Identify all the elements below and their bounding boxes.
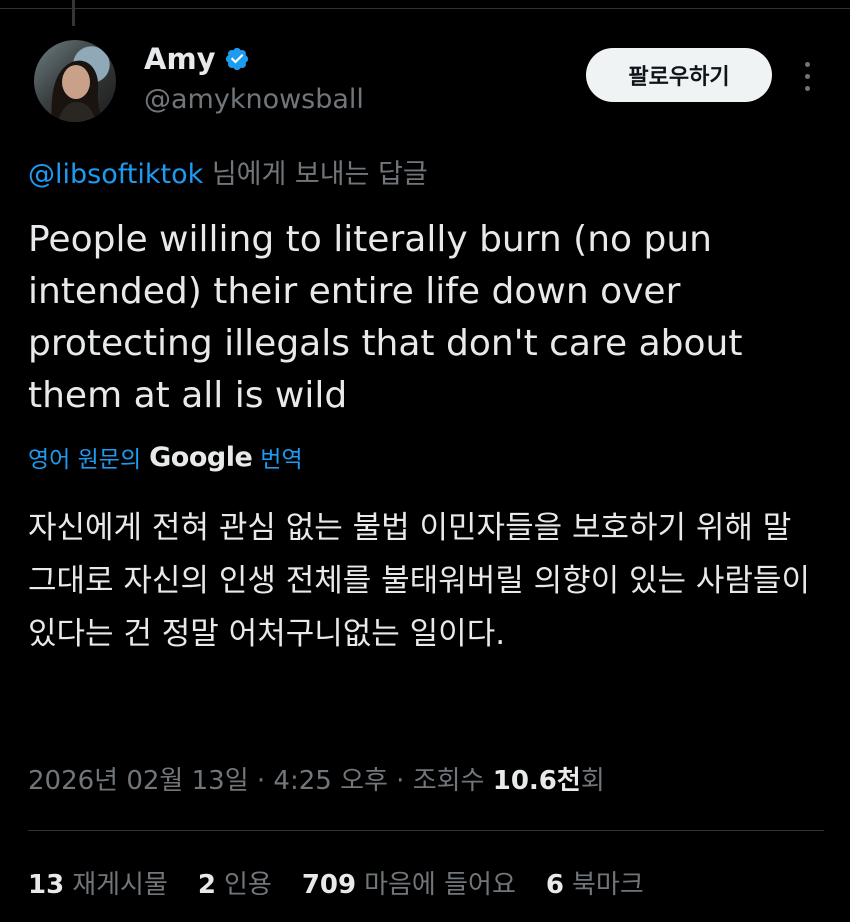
timestamp[interactable]: 2026년 02월 13일 · 4:25 오후 · 조회수 [28,766,493,796]
avatar[interactable] [34,40,116,122]
author-name-row[interactable]: Amy [144,42,250,76]
stat-quotes[interactable]: 2 인용 [198,864,272,901]
follow-button[interactable]: 팔로우하기 [586,48,772,102]
stat-reposts[interactable]: 13 재게시물 [28,864,168,901]
reply-context: @libsoftiktok 님에게 보내는 답글 [28,152,428,191]
stats-divider [28,830,824,831]
tweet-text: People willing to literally burn (no pun… [28,219,743,416]
google-logo: Google [149,441,253,473]
translated-text: 자신에게 전혀 관심 없는 불법 이민자들을 보호하기 위해 말 그대로 자신의… [28,510,810,652]
tweet-meta: 2026년 02월 13일 · 4:25 오후 · 조회수 10.6천회 [28,760,605,797]
view-count-suffix: 회 [580,766,605,796]
translation-prefix: 영어 원문의 [28,447,142,473]
top-divider [0,8,850,9]
thread-connector-line [72,0,75,26]
engagement-stats: 13 재게시물 2 인용 709 마음에 들어요 6 북마크 [28,864,644,901]
stat-bookmarks[interactable]: 6 북마크 [546,864,644,901]
reply-mention-link[interactable]: @libsoftiktok [28,159,203,190]
translation-suffix: 번역 [260,447,303,473]
view-count: 10.6천 [492,766,581,796]
more-options-icon[interactable] [792,56,822,96]
translation-attribution[interactable]: 영어 원문의 Google 번역 [28,440,303,474]
profile-photo-icon [51,60,104,122]
verified-badge-icon[interactable] [224,46,250,72]
reply-context-suffix: 님에게 보내는 답글 [203,159,428,190]
author-handle[interactable]: @amyknowsball [144,84,364,115]
stat-likes[interactable]: 709 마음에 들어요 [302,864,516,901]
author-name[interactable]: Amy [144,42,216,76]
